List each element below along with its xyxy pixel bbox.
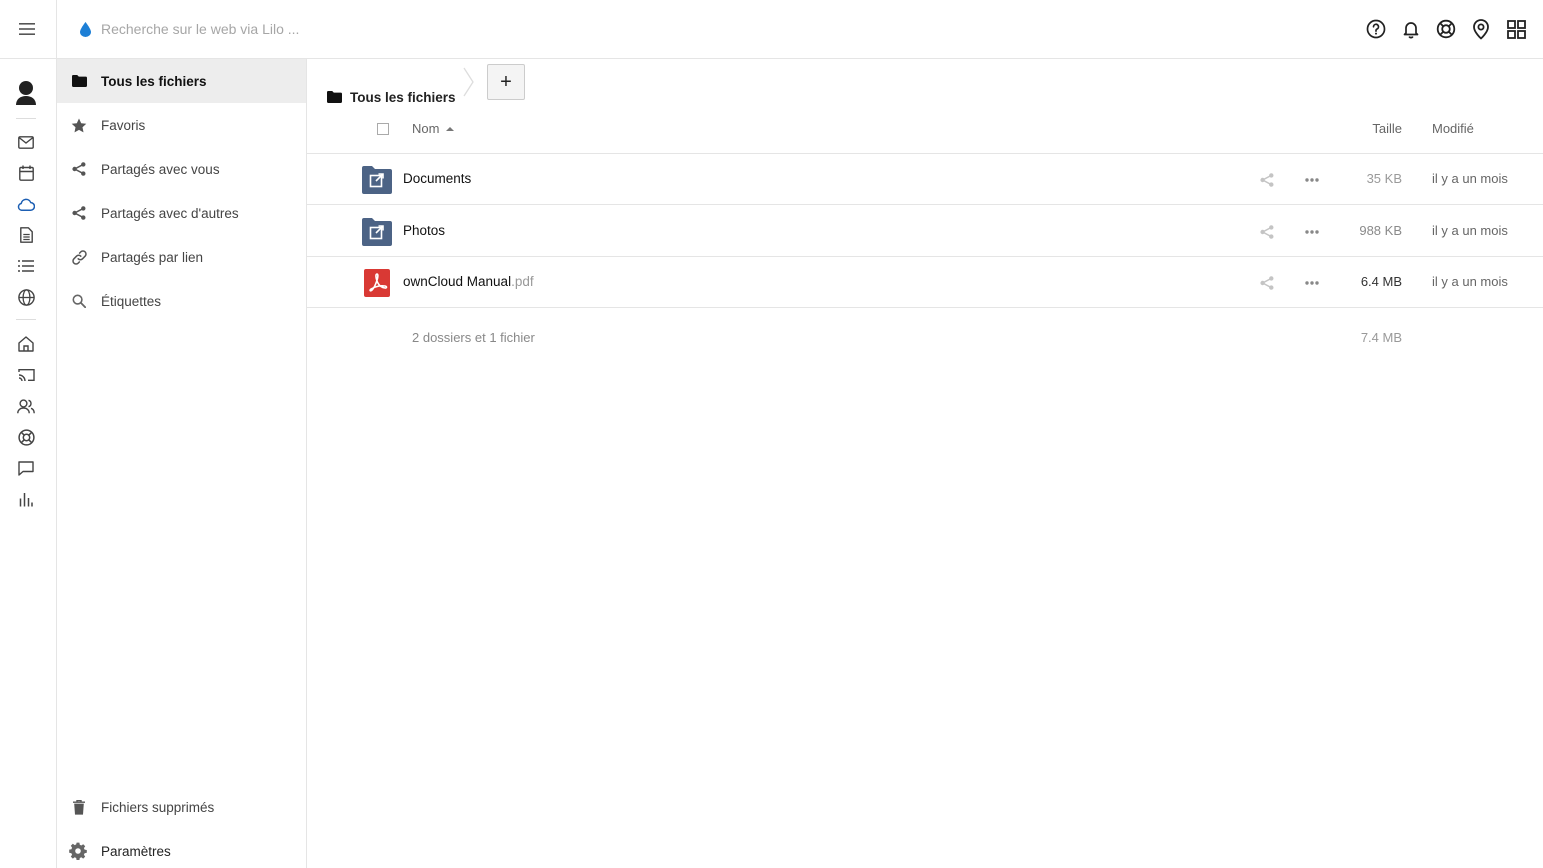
apps-grid-icon[interactable]: [1505, 15, 1527, 43]
total-size: 7.4 MB: [1360, 330, 1402, 345]
cloud-icon[interactable]: [15, 193, 37, 215]
nav-item-label: Partagés avec d'autres: [101, 205, 239, 221]
app-rail: [0, 59, 57, 868]
document-icon[interactable]: [15, 224, 37, 246]
column-header-size[interactable]: Taille: [1372, 121, 1402, 136]
lifebuoy-icon[interactable]: [1435, 15, 1457, 43]
file-modified: il y a un mois: [1432, 274, 1508, 289]
rail-separator: [16, 319, 36, 320]
nav-item-deleted-files[interactable]: Fichiers supprimés: [57, 785, 306, 829]
share-icon[interactable]: [1258, 171, 1276, 189]
nav-item-shared-by-link[interactable]: Partagés par lien: [57, 235, 306, 279]
gear-icon: [69, 842, 87, 860]
avatar[interactable]: [13, 79, 39, 105]
column-header-label: Nom: [412, 121, 440, 136]
more-actions-icon[interactable]: [1303, 223, 1321, 241]
settings-button[interactable]: Paramètres: [57, 829, 306, 868]
file-basename: Photos: [403, 222, 446, 238]
share-icon[interactable]: [1258, 274, 1276, 292]
menu-icon[interactable]: [14, 16, 40, 42]
file-size: 988 KB: [1359, 222, 1402, 238]
table-row[interactable]: Photos 988 KB il y a un mois: [307, 206, 1543, 257]
sort-ascending-icon: [446, 126, 455, 131]
table-row[interactable]: ownCloud Manual.pdf 6.4 MB il y a un mois: [307, 257, 1543, 308]
nav-item-label: Tous les fichiers: [101, 73, 207, 89]
top-bar: [0, 0, 1543, 59]
share-icon: [71, 161, 87, 177]
file-basename: ownCloud Manual: [403, 274, 512, 289]
file-modified: il y a un mois: [1432, 171, 1508, 186]
file-name[interactable]: ownCloud Manual.pdf: [403, 274, 534, 289]
rail-separator: [16, 118, 36, 119]
calendar-icon[interactable]: [15, 162, 37, 184]
add-button[interactable]: +: [487, 64, 525, 100]
more-actions-icon[interactable]: [1303, 274, 1321, 292]
file-modified: il y a un mois: [1432, 222, 1508, 238]
mail-icon[interactable]: [15, 131, 37, 153]
pdf-file-icon[interactable]: [362, 269, 392, 297]
trash-icon: [71, 799, 87, 815]
chart-icon[interactable]: [15, 488, 37, 510]
search-icon: [71, 293, 87, 309]
share-icon: [71, 205, 87, 221]
lifebuoy-icon[interactable]: [15, 426, 37, 448]
file-summary: 2 dossiers et 1 fichier: [412, 330, 535, 345]
list-icon[interactable]: [15, 255, 37, 277]
top-icons: [1365, 15, 1527, 43]
folder-icon: [327, 89, 343, 105]
star-icon: [71, 117, 87, 133]
breadcrumb[interactable]: Tous les fichiers: [327, 87, 456, 107]
nav-item-label: Partagés par lien: [101, 249, 204, 265]
help-icon[interactable]: [1365, 15, 1387, 43]
table-row[interactable]: Documents 35 KB il y a un mois: [307, 154, 1543, 205]
link-icon: [71, 249, 87, 265]
cast-icon[interactable]: [15, 364, 37, 386]
share-icon[interactable]: [1258, 223, 1276, 241]
breadcrumb-label: Tous les fichiers: [350, 89, 456, 105]
location-icon[interactable]: [1470, 15, 1492, 43]
globe-icon[interactable]: [15, 286, 37, 308]
files-main: Tous les fichiers + Nom Taille Modifié D…: [307, 59, 1543, 868]
files-navigation: Tous les fichiers Favoris Partagés avec …: [57, 59, 307, 868]
nav-item-shared-with-you[interactable]: Partagés avec vous: [57, 147, 306, 191]
topbar-divider: [56, 0, 57, 59]
file-size: 6.4 MB: [1360, 274, 1402, 289]
search-input[interactable]: [101, 21, 361, 37]
nav-item-shared-with-others[interactable]: Partagés avec d'autres: [57, 191, 306, 235]
nav-item-label: Paramètres: [101, 843, 171, 859]
nav-item-label: Partagés avec vous: [101, 161, 220, 177]
folder-icon: [71, 73, 87, 89]
bell-icon[interactable]: [1400, 15, 1422, 43]
users-icon[interactable]: [15, 395, 37, 417]
file-name[interactable]: Photos: [403, 223, 445, 238]
nav-item-favorites[interactable]: Favoris: [57, 103, 306, 147]
nav-item-label: Favoris: [101, 117, 146, 133]
web-search: [80, 14, 380, 44]
chat-icon[interactable]: [15, 457, 37, 479]
breadcrumb-separator: [463, 67, 474, 97]
nav-item-all-files[interactable]: Tous les fichiers: [57, 59, 306, 103]
nav-item-label: Étiquettes: [101, 293, 162, 309]
shared-folder-icon[interactable]: [362, 166, 392, 194]
file-table-header: Nom Taille Modifié: [307, 115, 1543, 154]
column-header-modified[interactable]: Modifié: [1432, 121, 1474, 136]
file-basename: Documents: [403, 171, 472, 186]
file-extension: .pdf: [511, 274, 534, 289]
nav-item-tags[interactable]: Étiquettes: [57, 279, 306, 323]
column-header-name[interactable]: Nom: [412, 121, 455, 136]
shared-folder-icon[interactable]: [362, 217, 392, 246]
nav-item-label: Fichiers supprimés: [101, 799, 215, 815]
water-drop-icon: [80, 20, 96, 38]
home-icon[interactable]: [15, 333, 37, 355]
file-size: 35 KB: [1366, 171, 1402, 186]
file-name[interactable]: Documents: [403, 171, 471, 186]
more-actions-icon[interactable]: [1303, 171, 1321, 189]
select-all-checkbox[interactable]: [377, 123, 389, 135]
